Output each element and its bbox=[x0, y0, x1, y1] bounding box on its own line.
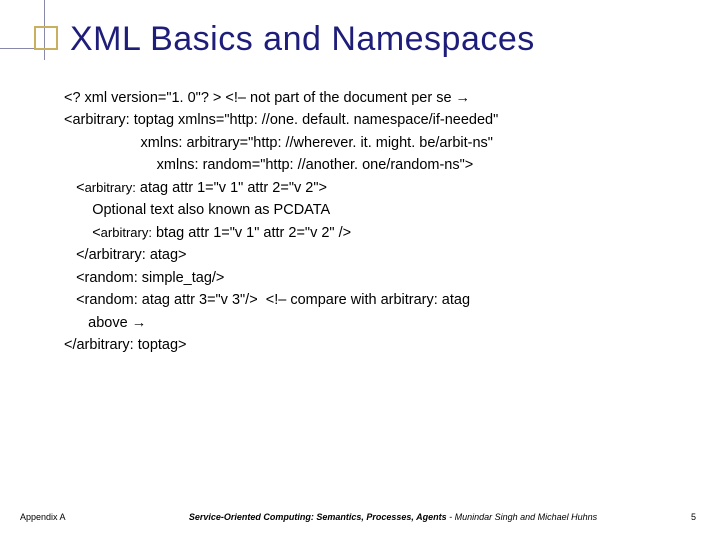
code-fragment: atag attr 1="v 1" attr 2="v 2"> bbox=[136, 180, 327, 196]
slide-body: <? xml version="1. 0"? > <!– not part of… bbox=[0, 69, 720, 357]
code-line: <random: atag attr 3="v 3"/> <!– compare… bbox=[64, 289, 670, 311]
footer-left: Appendix A bbox=[0, 512, 130, 522]
code-line: Optional text also known as PCDATA bbox=[64, 199, 670, 221]
footer-center: Service-Oriented Computing: Semantics, P… bbox=[130, 512, 656, 522]
code-fragment-small: arbitrary: bbox=[85, 180, 136, 195]
code-line: xmlns: random="http: //another. one/rand… bbox=[64, 154, 670, 176]
code-line: <arbitrary: toptag xmlns="http: //one. d… bbox=[64, 109, 670, 131]
code-fragment-small: arbitrary: bbox=[101, 225, 152, 240]
code-fragment: < bbox=[64, 180, 85, 196]
code-line: <arbitrary: atag attr 1="v 1" attr 2="v … bbox=[64, 177, 670, 199]
code-fragment: < bbox=[64, 225, 101, 241]
code-fragment: btag attr 1="v 1" attr 2="v 2" /> bbox=[152, 225, 351, 241]
code-line: xmlns: arbitrary="http: //wherever. it. … bbox=[64, 132, 670, 154]
slide-title-block: XML Basics and Namespaces bbox=[0, 0, 720, 69]
slide-footer: Appendix A Service-Oriented Computing: S… bbox=[0, 512, 720, 522]
footer-book-title: Service-Oriented Computing: Semantics, P… bbox=[189, 512, 447, 522]
slide-title: XML Basics and Namespaces bbox=[70, 20, 720, 59]
code-line: <? xml version="1. 0"? > <!– not part of… bbox=[64, 87, 670, 109]
footer-authors: - Munindar Singh and Michael Huhns bbox=[447, 512, 598, 522]
decoration-square-icon bbox=[34, 26, 58, 50]
code-line: above → bbox=[64, 312, 670, 334]
code-line: <arbitrary: btag attr 1="v 1" attr 2="v … bbox=[64, 222, 670, 244]
code-line: </arbitrary: toptag> bbox=[64, 334, 670, 356]
code-line: </arbitrary: atag> bbox=[64, 244, 670, 266]
code-line: <random: simple_tag/> bbox=[64, 267, 670, 289]
footer-page-number: 5 bbox=[656, 512, 720, 522]
